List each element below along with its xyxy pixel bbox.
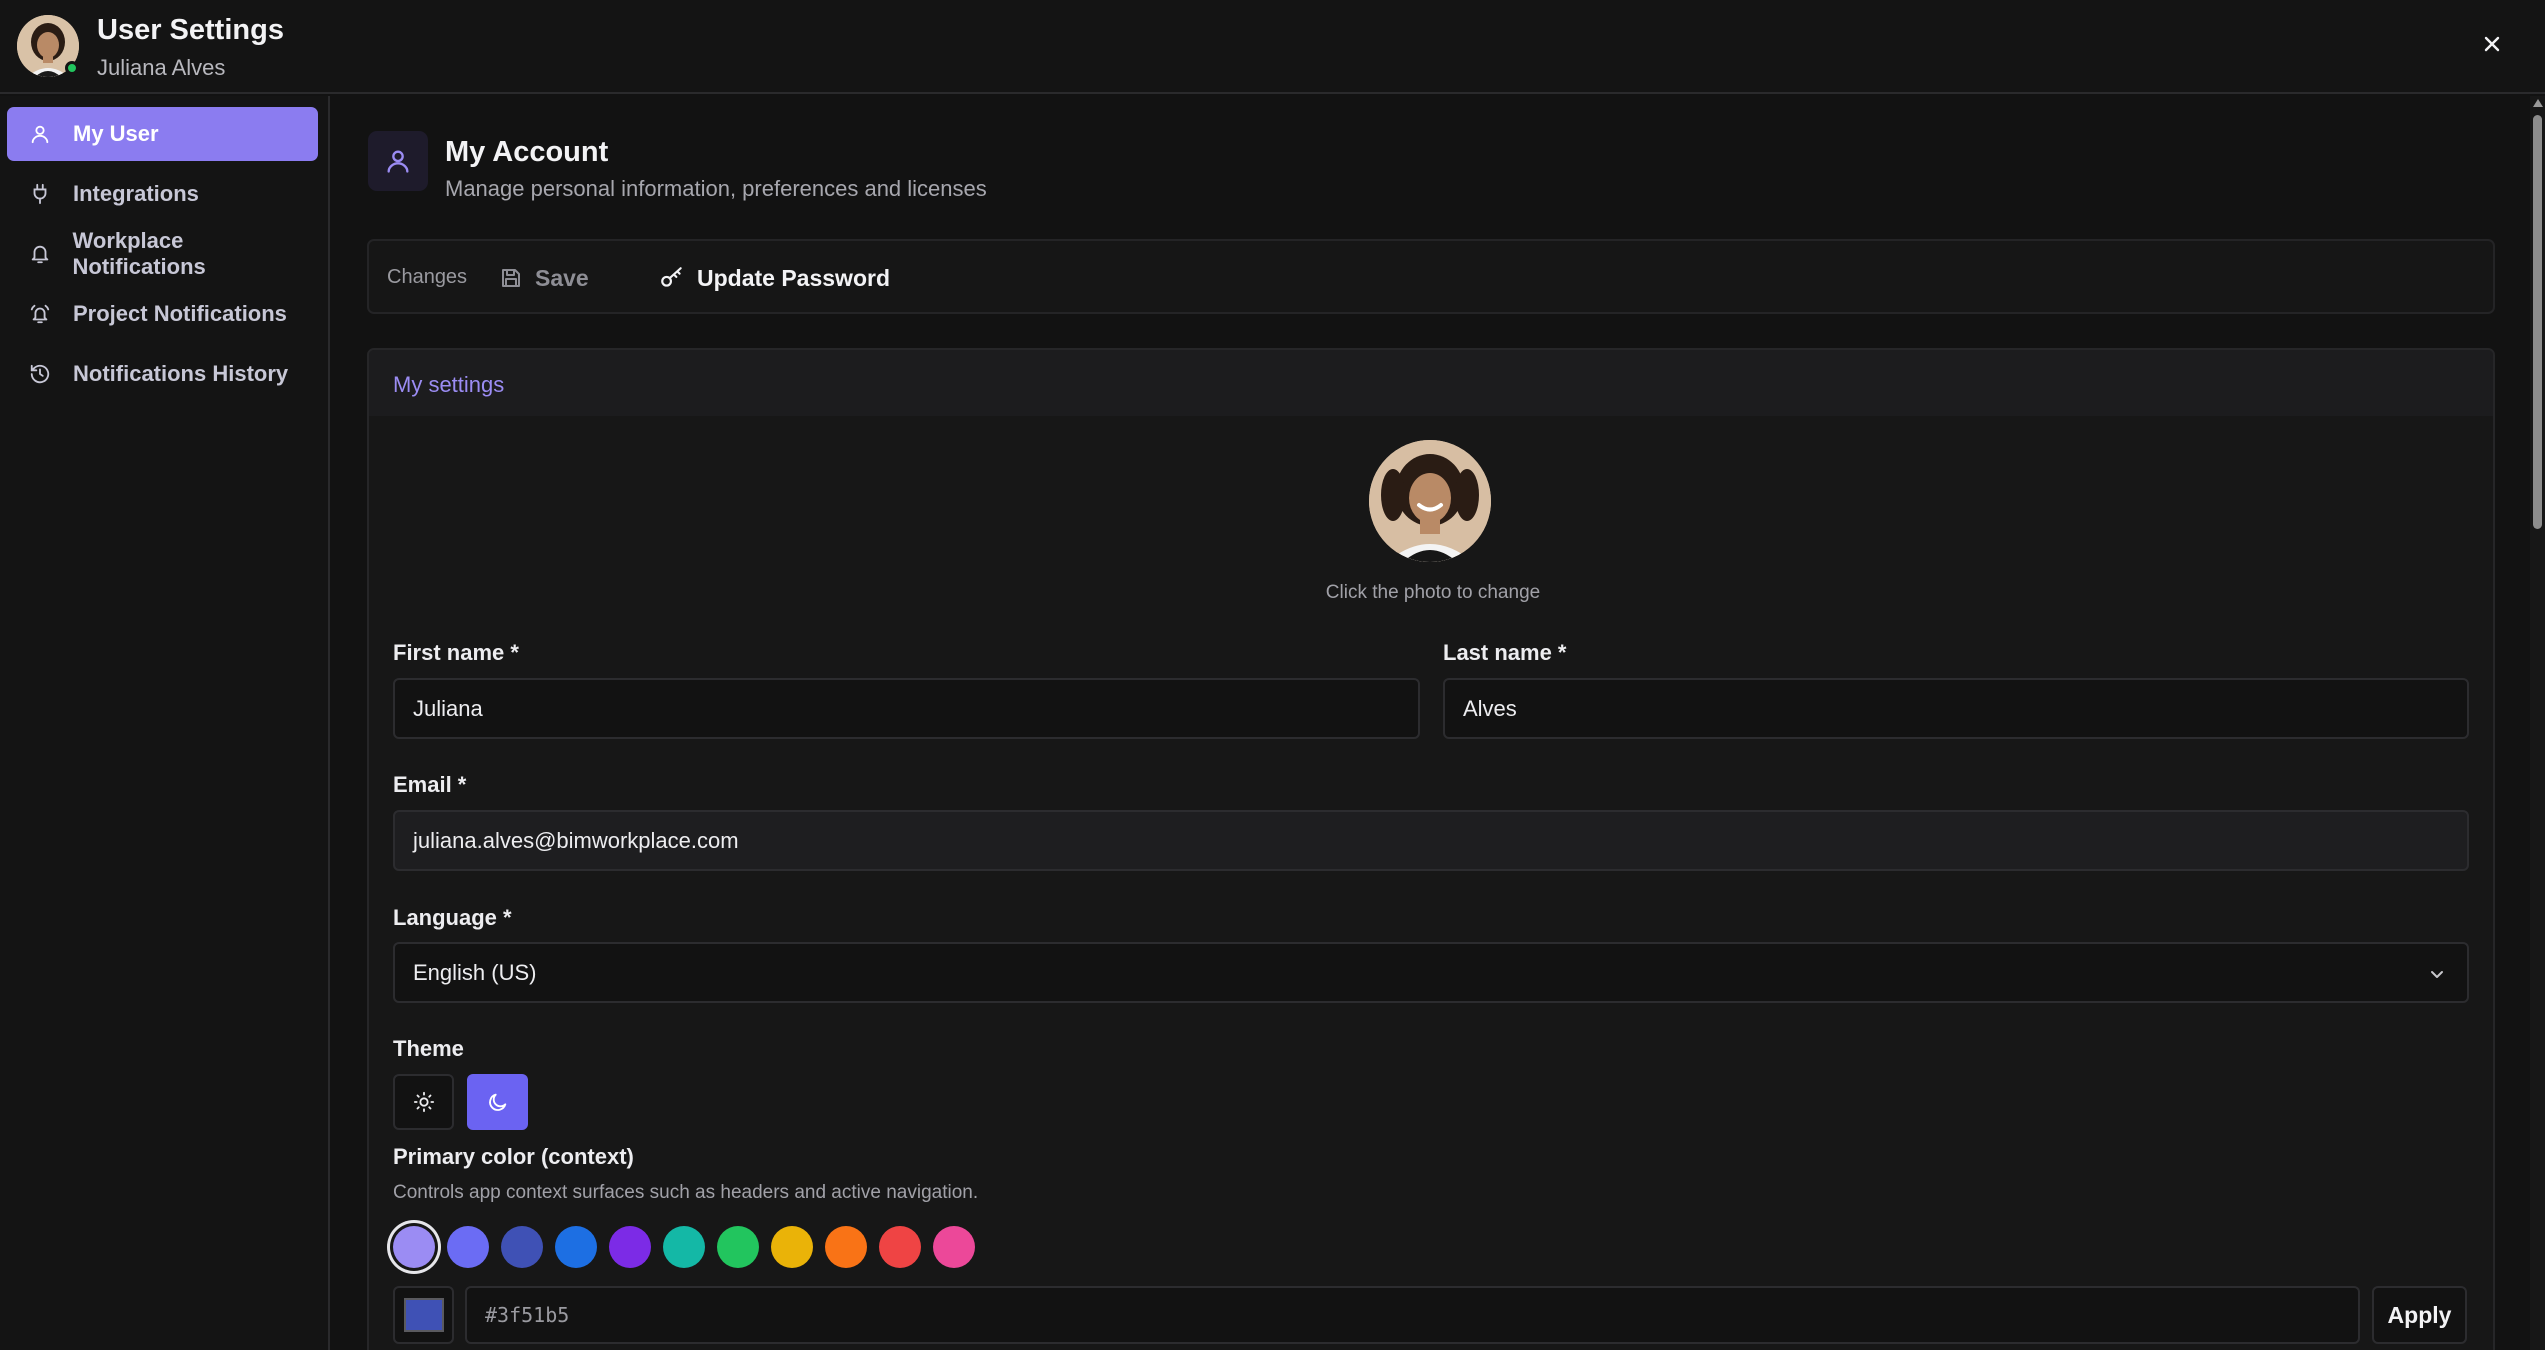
plug-icon (27, 181, 53, 207)
changes-toolbar: Changes Save Update Password (367, 239, 2495, 314)
save-icon (502, 269, 520, 287)
last-name-input[interactable]: Alves (1443, 678, 2469, 739)
color-swatch[interactable] (717, 1226, 759, 1268)
sidebar-item-integrations[interactable]: Integrations (7, 167, 318, 221)
main-content: My Account Manage personal information, … (332, 96, 2532, 1350)
triangle-up-icon (2532, 99, 2543, 107)
language-label: Language * (393, 905, 512, 930)
bell-icon (27, 241, 53, 267)
chevron-down-icon (2431, 971, 2443, 978)
scrollbar-thumb[interactable] (2533, 115, 2542, 529)
user-settings-window: User Settings Juliana Alves My User Inte (0, 0, 2545, 1350)
sidebar-item-label: Workplace Notifications (72, 228, 206, 279)
light-theme-button[interactable] (393, 1074, 454, 1130)
language-select[interactable]: English (US) (393, 942, 2469, 1003)
sun-icon (413, 1091, 434, 1113)
user-icon (27, 121, 53, 147)
sidebar-item-notifications-history[interactable]: Notifications History (7, 347, 318, 401)
dark-theme-button[interactable] (467, 1074, 528, 1130)
color-picker-button[interactable] (393, 1286, 454, 1344)
sidebar-item-label: Project Notifications (73, 301, 287, 326)
theme-label: Theme (393, 1036, 464, 1061)
photo-hint: Click the photo to change (1325, 582, 1541, 603)
sidebar-item-label: My User (73, 121, 159, 146)
sidebar-item-my-user[interactable]: My User (7, 107, 318, 161)
color-swatch[interactable] (501, 1226, 543, 1268)
color-swatch[interactable] (609, 1226, 651, 1268)
color-swatch[interactable] (825, 1226, 867, 1268)
profile-photo[interactable] (1369, 440, 1491, 562)
sidebar: My User Integrations Workplace Notificat… (0, 96, 330, 1350)
sidebar-item-label: Notifications History (73, 361, 289, 386)
header: User Settings Juliana Alves (0, 0, 2545, 94)
history-icon (27, 361, 53, 387)
save-button[interactable]: Save (499, 259, 589, 297)
changes-label: Changes (387, 266, 468, 288)
color-swatch[interactable] (555, 1226, 597, 1268)
page-subtitle: Manage personal information, preferences… (445, 176, 987, 201)
language-value: English (US) (413, 959, 537, 985)
header-user-name: Juliana Alves (97, 55, 226, 80)
sidebar-item-label: Integrations (73, 181, 199, 206)
update-password-button[interactable]: Update Password (659, 259, 890, 297)
color-preview-swatch (403, 1298, 444, 1332)
color-swatch[interactable] (933, 1226, 975, 1268)
color-swatch[interactable] (879, 1226, 921, 1268)
email-field[interactable]: juliana.alves@bimworkplace.com (393, 810, 2469, 871)
scroll-up-arrow[interactable] (2532, 98, 2543, 108)
color-swatch[interactable] (393, 1226, 435, 1268)
card-header: My settings (369, 350, 2493, 416)
section-title: My settings (393, 372, 505, 397)
apply-button[interactable]: Apply (2372, 1286, 2467, 1344)
my-settings-card: My settings Click the photo to change Fi… (367, 348, 2495, 1350)
primary-color-label: Primary color (context) (393, 1144, 634, 1169)
page-title: My Account (445, 136, 609, 168)
color-swatch[interactable] (663, 1226, 705, 1268)
color-swatch[interactable] (771, 1226, 813, 1268)
email-label: Email * (393, 772, 467, 797)
key-icon (661, 267, 682, 287)
first-name-input[interactable]: Juliana (393, 678, 1420, 739)
primary-color-hint: Controls app context surfaces such as he… (393, 1182, 979, 1203)
bell-ring-icon (27, 301, 53, 327)
close-button[interactable] (2474, 26, 2510, 62)
window-title: User Settings (97, 14, 284, 46)
account-icon-box (368, 131, 428, 191)
first-name-label: First name * (393, 640, 519, 665)
online-status-dot (65, 61, 79, 75)
update-password-label: Update Password (697, 264, 890, 291)
sidebar-item-project-notifications[interactable]: Project Notifications (7, 287, 318, 341)
close-icon (2484, 36, 2500, 52)
moon-icon (488, 1093, 506, 1111)
last-name-label: Last name * (1443, 640, 1567, 665)
sidebar-item-workplace-notifications[interactable]: Workplace Notifications (7, 227, 318, 281)
color-swatch[interactable] (447, 1226, 489, 1268)
save-label: Save (535, 264, 589, 291)
user-icon (387, 150, 409, 173)
hex-color-input[interactable]: #3f51b5 (465, 1286, 2360, 1344)
